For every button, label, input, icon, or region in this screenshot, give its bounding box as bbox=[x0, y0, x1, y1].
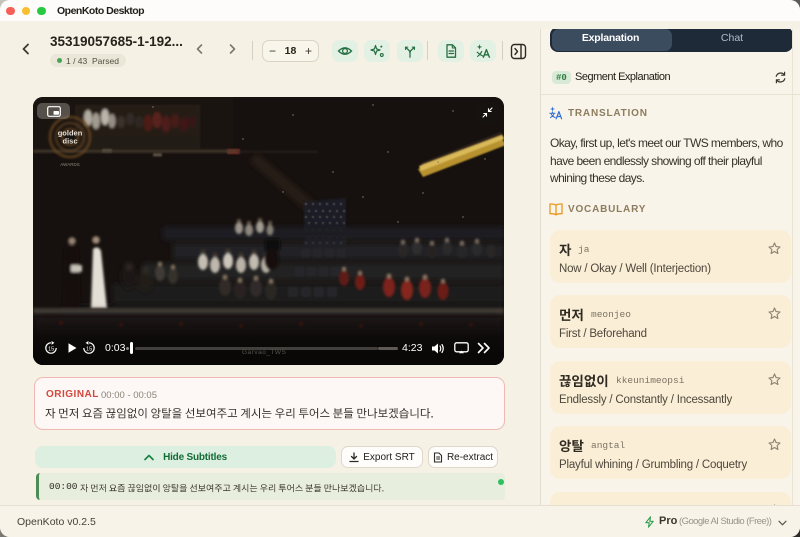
svg-text:AWARDS: AWARDS bbox=[60, 162, 79, 167]
svg-text:disc: disc bbox=[62, 137, 77, 146]
svg-text:15: 15 bbox=[86, 347, 92, 353]
svg-text:15: 15 bbox=[48, 347, 54, 353]
